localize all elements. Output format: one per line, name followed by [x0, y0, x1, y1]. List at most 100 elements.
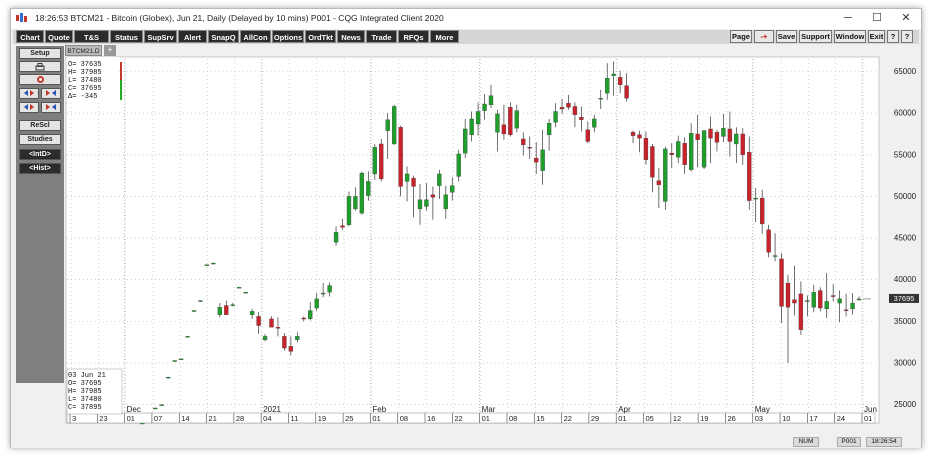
- price-tick-label: 60000: [894, 109, 917, 118]
- status-bar: NUM P001 18:26:54: [11, 437, 921, 448]
- candle-body: [643, 137, 649, 160]
- change-value: Δ= -345: [68, 93, 97, 101]
- candle-body: [282, 336, 287, 349]
- candle-body: [366, 181, 371, 196]
- candle-body: [237, 287, 242, 289]
- date-tick-label: 04: [263, 414, 271, 423]
- date-tick-label: 01: [618, 414, 626, 423]
- candle-body: [579, 117, 584, 120]
- candle-body: [385, 119, 390, 131]
- candle-body: [585, 129, 590, 142]
- candle-body: [831, 295, 836, 297]
- date-tick-label: 11: [290, 414, 298, 423]
- candle-body: [243, 292, 248, 294]
- date-tick-label: 01: [127, 414, 135, 423]
- date-tick-label: 28: [236, 414, 244, 423]
- candle-body: [379, 143, 384, 180]
- candle-body: [772, 255, 778, 257]
- candle-body: [792, 299, 797, 304]
- clock: 18:26:54: [866, 437, 902, 447]
- candle-body: [372, 147, 377, 175]
- candle-body: [495, 113, 500, 133]
- candle-body: [404, 173, 410, 182]
- candle-body: [346, 196, 352, 225]
- candle-body: [430, 194, 436, 198]
- candle-body: [611, 73, 616, 76]
- ohlc-readout-bottom: 03 Jun 21 O= 37695 H= 37985 L= 37480 C= …: [66, 368, 123, 415]
- month-label: Jun: [864, 405, 877, 414]
- candle-body: [779, 258, 784, 307]
- candle-body: [534, 157, 539, 163]
- candle-body: [437, 173, 442, 186]
- candle-body: [521, 138, 526, 145]
- candle-body: [630, 132, 636, 136]
- bar-open: O= 37695: [68, 380, 102, 388]
- candle-body: [217, 307, 222, 315]
- candle-body: [663, 148, 668, 202]
- month-label: 2021: [263, 405, 281, 414]
- price-tick-label: 35000: [894, 317, 917, 326]
- price-chart[interactable]: 25000 30000 35000 40000 45000 50000 55000 60000…: [11, 9, 923, 449]
- candle-body: [701, 130, 707, 168]
- date-tick-label: 15: [536, 414, 544, 423]
- date-tick-label: 19: [318, 414, 326, 423]
- candle-body: [508, 107, 513, 135]
- candle-body: [811, 292, 816, 308]
- candle-body: [301, 317, 306, 320]
- date-tick-label: 01: [372, 414, 380, 423]
- candle-body: [392, 106, 397, 145]
- candle-body: [204, 264, 210, 266]
- candle-body: [605, 78, 610, 94]
- candle-body: [262, 336, 268, 340]
- candle-body: [650, 146, 655, 178]
- num-lock-indicator: NUM: [793, 437, 819, 447]
- high-value: H= 37985: [68, 69, 102, 77]
- close-value: C= 37695: [68, 85, 102, 93]
- candle-body: [747, 152, 752, 201]
- date-tick-label: 21: [209, 414, 217, 423]
- price-axis: 25000 30000 35000 40000 45000 50000 55000 60000…: [894, 67, 917, 409]
- candle-body: [288, 346, 294, 352]
- candle-body: [463, 128, 468, 154]
- price-tick-label: 40000: [894, 275, 917, 284]
- date-tick-label: 3: [72, 414, 76, 423]
- month-label: May: [755, 405, 770, 414]
- price-tick-label: 50000: [894, 192, 917, 201]
- candle-body: [450, 185, 455, 193]
- date-tick-label: 05: [646, 414, 654, 423]
- last-price-label: 37695: [894, 294, 915, 303]
- candle-body: [656, 180, 662, 185]
- candle-body: [708, 128, 713, 139]
- candle-body: [198, 300, 203, 302]
- candle-body: [501, 124, 507, 135]
- candle-body: [695, 133, 700, 140]
- month-label: Dec: [127, 405, 141, 414]
- candle-body: [837, 298, 842, 304]
- date-tick-label: 01: [864, 414, 872, 423]
- bar-low: L= 37480: [68, 396, 102, 404]
- month-label: Mar: [482, 405, 496, 414]
- candle-body: [191, 310, 197, 312]
- candle-body: [340, 225, 345, 228]
- candle-body: [527, 147, 532, 149]
- date-tick-label: 22: [564, 414, 572, 423]
- date-tick-label: 12: [673, 414, 681, 423]
- date-tick-label: 10: [782, 414, 790, 423]
- candle-body: [424, 199, 429, 207]
- candle-body: [256, 316, 261, 326]
- candle-body: [566, 102, 571, 108]
- candle-body: [269, 318, 274, 328]
- candle-body: [482, 103, 487, 111]
- application-window: 18:26:53 BTCM21 - Bitcoin (Globex), Jun …: [10, 8, 922, 448]
- candle-body: [488, 95, 494, 105]
- candle-body: [798, 293, 804, 330]
- candle-body: [295, 336, 300, 340]
- date-tick-label: 25: [345, 414, 353, 423]
- candle-body: [314, 298, 319, 309]
- ohlc-readout-top: O= 37635 H= 37985 L= 37480 C= 37695 Δ= -…: [67, 57, 122, 102]
- date-tick-label: 26: [727, 414, 735, 423]
- candle-body: [682, 142, 687, 165]
- month-label: Apr: [618, 405, 631, 414]
- date-tick-label: 29: [591, 414, 599, 423]
- candle-body: [308, 310, 313, 320]
